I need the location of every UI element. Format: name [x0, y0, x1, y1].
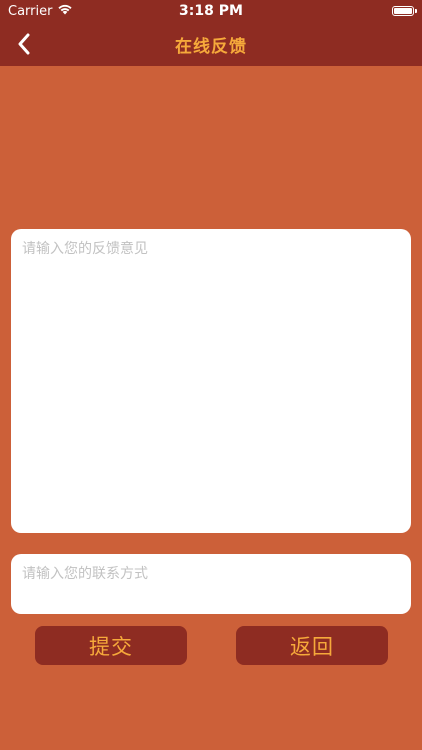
- feedback-input-container: [11, 229, 411, 533]
- feedback-input[interactable]: [11, 229, 411, 533]
- contact-input-container: [11, 554, 411, 614]
- carrier-label: Carrier: [8, 3, 53, 19]
- status-left: Carrier: [8, 3, 73, 19]
- contact-input[interactable]: [11, 554, 411, 614]
- back-button[interactable]: [4, 22, 44, 66]
- battery-fill: [394, 8, 412, 14]
- submit-button[interactable]: 提交: [35, 626, 187, 665]
- nav-bar: 在线反馈: [0, 22, 422, 66]
- page-title: 在线反馈: [175, 36, 247, 57]
- chevron-left-icon: [18, 33, 30, 55]
- wifi-icon: [57, 3, 73, 19]
- battery-icon: [392, 6, 417, 16]
- return-button[interactable]: 返回: [236, 626, 388, 665]
- status-bar: Carrier 3:18 PM: [0, 0, 422, 22]
